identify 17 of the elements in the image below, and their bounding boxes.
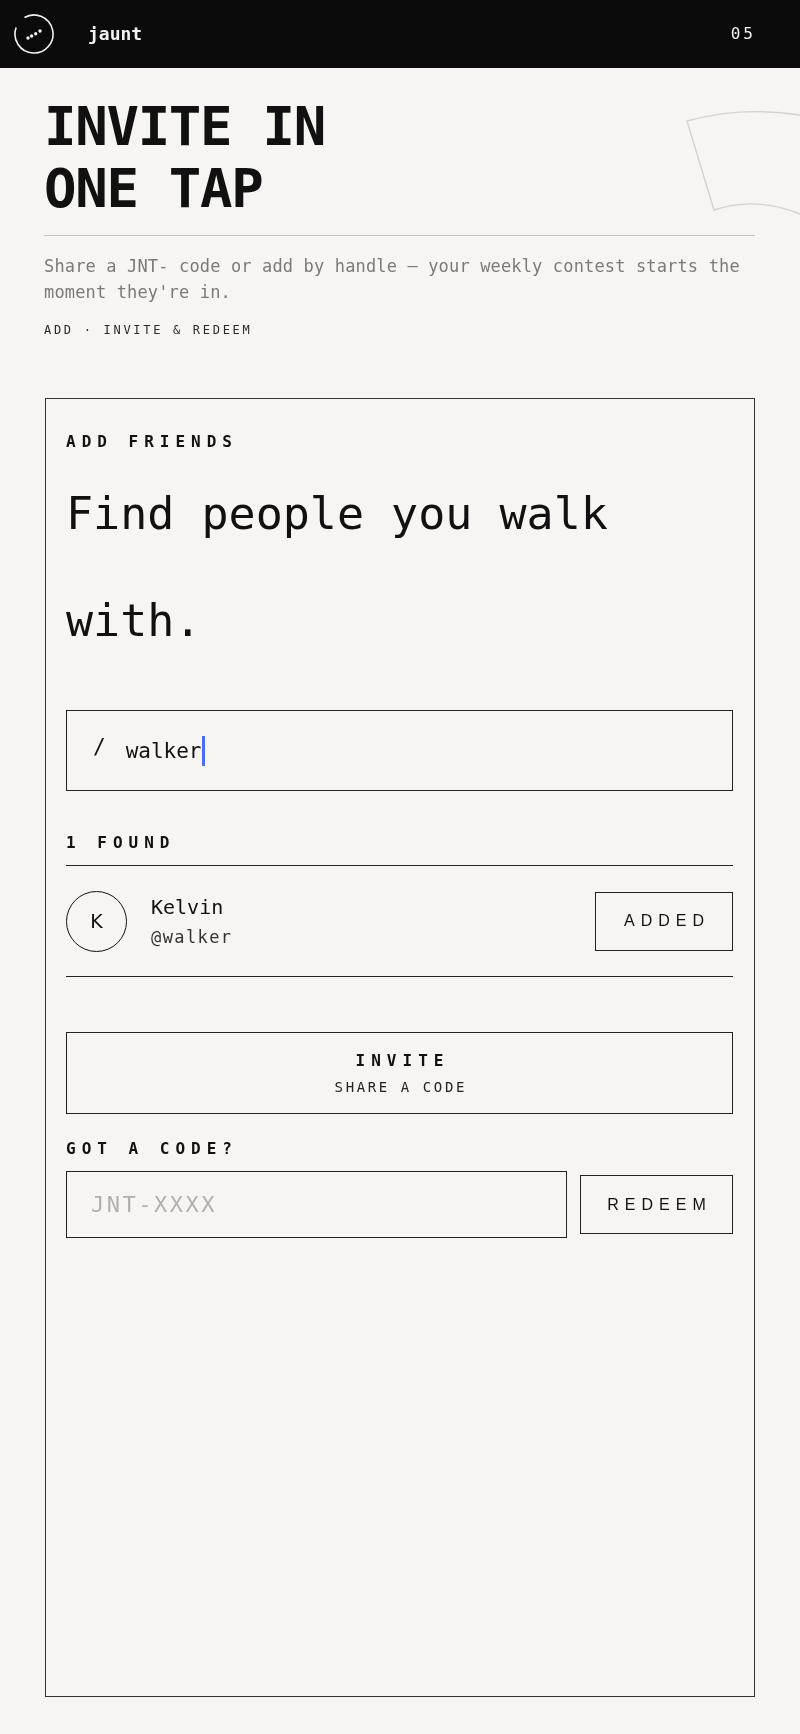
breadcrumb: ADD · INVITE & REDEEM: [44, 322, 254, 338]
step-number: 05: [730, 24, 756, 44]
page-title: INVITE IN ONE TAP: [44, 96, 326, 220]
logo-icon: [14, 14, 54, 54]
page-subtitle: Share a JNT- code or add by handle — your weekly contest starts the moment they're in.: [44, 255, 741, 304]
invite-button[interactable]: INVITE SHARE A CODE: [66, 1032, 733, 1114]
user-handle: @walker: [151, 926, 233, 948]
results-count: 1 FOUND: [66, 833, 177, 853]
action-button[interactable]: ADDED: [595, 891, 733, 951]
brand-name: jaunt: [88, 23, 143, 45]
user-name: Kelvin: [151, 894, 224, 920]
search-field[interactable]: / walker: [66, 710, 733, 791]
redeem-button[interactable]: REDEEM: [580, 1175, 733, 1234]
section-label: GOT A CODE?: [66, 1139, 239, 1159]
code-field[interactable]: JNT-XXXX: [66, 1171, 567, 1238]
card-headline: Find people you walk with.: [66, 486, 609, 649]
section-label: ADD FRIENDS: [66, 432, 239, 452]
